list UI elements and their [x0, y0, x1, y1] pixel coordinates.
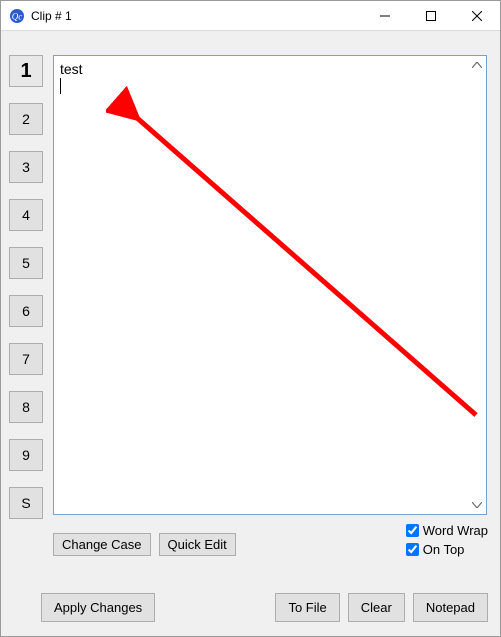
client-area: 1 2 3 4 5 6 7 8 9 S: [1, 31, 500, 636]
svg-text:Qc: Qc: [12, 11, 23, 21]
notepad-button[interactable]: Notepad: [413, 593, 488, 622]
mid-button-row: Change Case Quick Edit: [53, 533, 236, 556]
change-case-button[interactable]: Change Case: [53, 533, 151, 556]
editor-frame: [53, 55, 487, 515]
clip-button-3[interactable]: 3: [9, 151, 43, 183]
text-caret: [60, 78, 61, 94]
word-wrap-option[interactable]: Word Wrap: [406, 523, 488, 538]
titlebar: Qc Clip # 1: [1, 1, 500, 31]
app-icon: Qc: [9, 8, 25, 24]
clip-button-5[interactable]: 5: [9, 247, 43, 279]
app-window: Qc Clip # 1 1 2 3 4 5 6 7 8 9 S: [0, 0, 501, 637]
clip-button-4[interactable]: 4: [9, 199, 43, 231]
close-button[interactable]: [454, 1, 500, 31]
on-top-label: On Top: [423, 542, 465, 557]
on-top-option[interactable]: On Top: [406, 542, 488, 557]
clip-button-2[interactable]: 2: [9, 103, 43, 135]
scroll-down-icon[interactable]: [470, 498, 484, 512]
bottom-button-row: Apply Changes To File Clear Notepad: [41, 593, 488, 622]
clip-text-editor[interactable]: [54, 56, 486, 514]
window-title: Clip # 1: [31, 9, 72, 23]
clip-button-6[interactable]: 6: [9, 295, 43, 327]
quick-edit-button[interactable]: Quick Edit: [159, 533, 236, 556]
clip-button-1[interactable]: 1: [9, 55, 43, 87]
options-checkboxes: Word Wrap On Top: [406, 523, 488, 557]
maximize-button[interactable]: [408, 1, 454, 31]
to-file-button[interactable]: To File: [275, 593, 339, 622]
clip-button-s[interactable]: S: [9, 487, 43, 519]
clip-button-column: 1 2 3 4 5 6 7 8 9 S: [9, 55, 43, 519]
clip-button-8[interactable]: 8: [9, 391, 43, 423]
word-wrap-label: Word Wrap: [423, 523, 488, 538]
apply-changes-button[interactable]: Apply Changes: [41, 593, 155, 622]
minimize-button[interactable]: [362, 1, 408, 31]
clear-button[interactable]: Clear: [348, 593, 405, 622]
scroll-up-icon[interactable]: [470, 58, 484, 72]
clip-button-7[interactable]: 7: [9, 343, 43, 375]
on-top-checkbox[interactable]: [406, 543, 419, 556]
clip-button-9[interactable]: 9: [9, 439, 43, 471]
word-wrap-checkbox[interactable]: [406, 524, 419, 537]
